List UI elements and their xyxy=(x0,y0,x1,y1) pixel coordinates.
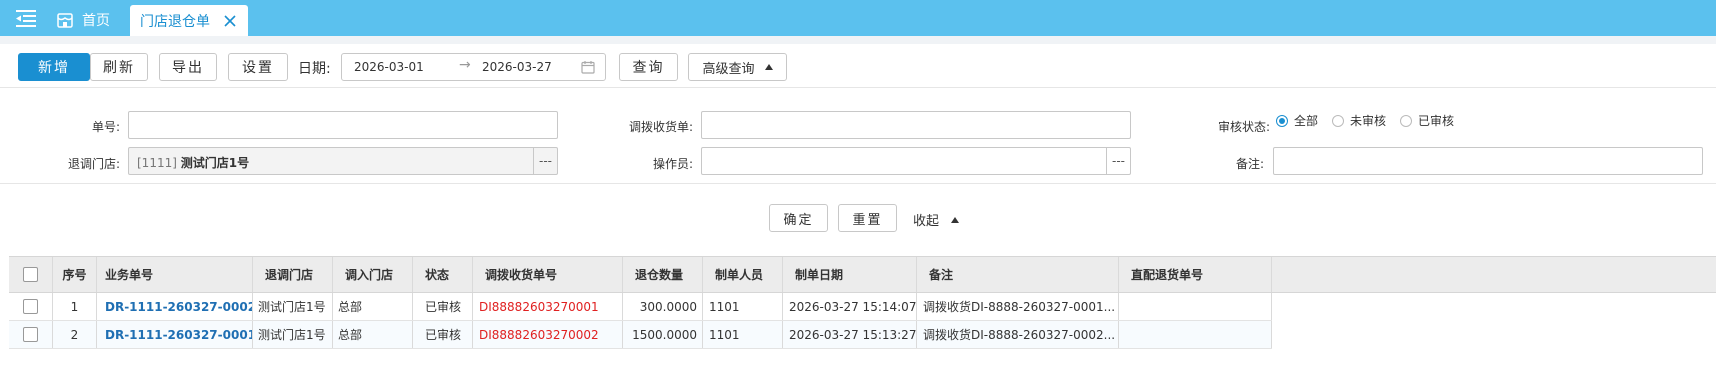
col-header-transfer-receipt[interactable]: 调拨收货单号 xyxy=(473,257,623,292)
cell-return-store: 测试门店1号 xyxy=(253,293,333,320)
cell-in-store: 总部 xyxy=(333,321,413,348)
tab-store-return[interactable]: 门店退仓单 xyxy=(130,5,248,36)
home-icon xyxy=(57,13,73,28)
radio-audited[interactable] xyxy=(1400,114,1413,127)
select-all-checkbox[interactable] xyxy=(23,267,38,282)
col-header-in-store[interactable]: 调入门店 xyxy=(333,257,413,292)
cell-create-date: 2026-03-27 15:13:27 xyxy=(783,321,917,348)
cell-return-qty: 1500.0000 xyxy=(623,321,703,348)
caret-up-icon xyxy=(951,216,960,223)
cell-status: 已审核 xyxy=(413,321,473,348)
radio-audited-label: 已审核 xyxy=(1418,114,1455,128)
cell-creator: 1101 xyxy=(703,293,783,320)
calendar-icon[interactable] xyxy=(581,60,595,74)
order-no-label: 单号: xyxy=(91,120,120,134)
tab-home[interactable]: 首页 xyxy=(56,6,110,34)
date-start[interactable]: 2026-03-01 xyxy=(354,60,424,74)
header-select-cell xyxy=(9,257,53,292)
menu-toggle-icon[interactable] xyxy=(16,9,38,27)
cell-remark: 调拨收货DI-8888-260327-0001... xyxy=(917,293,1119,320)
radio-unaudited-label: 未审核 xyxy=(1350,114,1387,128)
store-label: 退调门店: xyxy=(67,157,120,171)
cell-status: 已审核 xyxy=(413,293,473,320)
advanced-filter-panel: 单号: 调拨收货单: 审核状态: 全部 未审核 已审核 退调门店: [1111]… xyxy=(0,88,1716,184)
export-button[interactable]: 导出 xyxy=(159,53,217,81)
operator-label: 操作员: xyxy=(652,157,693,171)
cell-return-store: 测试门店1号 xyxy=(253,321,333,348)
cell-return-qty: 300.0000 xyxy=(623,293,703,320)
audit-status-label: 审核状态: xyxy=(1217,120,1270,134)
toolbar: 新增 刷新 导出 设置 日期: 2026-03-01 → 2026-03-27 … xyxy=(0,44,1716,88)
advanced-query-button[interactable]: 高级查询 xyxy=(688,53,787,81)
advanced-query-label: 高级查询 xyxy=(702,61,755,77)
remark-label: 备注: xyxy=(1235,157,1264,171)
top-bar: 首页 门店退仓单 xyxy=(0,0,1716,36)
collapse-label: 收起 xyxy=(913,214,940,229)
cell-transfer-receipt: DI88882603270002 xyxy=(473,321,623,348)
order-no-input[interactable] xyxy=(128,111,558,139)
col-header-remark[interactable]: 备注 xyxy=(917,257,1119,292)
cell-order-no-link[interactable]: DR-1111-260327-0002 xyxy=(97,293,253,320)
col-header-create-date[interactable]: 制单日期 xyxy=(783,257,917,292)
remark-input[interactable] xyxy=(1273,147,1703,175)
store-code: [1111] xyxy=(137,156,177,170)
row-select-cell xyxy=(9,321,53,348)
close-icon[interactable] xyxy=(224,14,236,27)
cell-creator: 1101 xyxy=(703,321,783,348)
cell-in-store: 总部 xyxy=(333,293,413,320)
store-picker-button[interactable]: --- xyxy=(533,148,557,174)
operator-input[interactable]: --- xyxy=(701,147,1131,175)
cell-remark: 调拨收货DI-8888-260327-0002... xyxy=(917,321,1119,348)
radio-all-label: 全部 xyxy=(1294,114,1319,128)
operator-picker-button[interactable]: --- xyxy=(1106,148,1130,174)
refresh-button[interactable]: 刷新 xyxy=(90,53,148,81)
cell-create-date: 2026-03-27 15:14:07 xyxy=(783,293,917,320)
col-header-order-no[interactable]: 业务单号 xyxy=(97,257,253,292)
col-header-status[interactable]: 状态 xyxy=(413,257,473,292)
table-row[interactable]: 2 DR-1111-260327-0001 测试门店1号 总部 已审核 DI88… xyxy=(9,321,1272,349)
row-select-cell xyxy=(9,293,53,320)
radio-all[interactable] xyxy=(1276,114,1288,127)
grid-header: 序号 业务单号 退调门店 调入门店 状态 调拨收货单号 退仓数量 制单人员 制单… xyxy=(9,256,1716,293)
new-button[interactable]: 新增 xyxy=(18,53,90,81)
tab-home-label: 首页 xyxy=(82,13,110,29)
date-range-picker[interactable]: 2026-03-01 → 2026-03-27 xyxy=(341,53,606,81)
table-row[interactable]: 1 DR-1111-260327-0002 测试门店1号 总部 已审核 DI88… xyxy=(9,293,1272,321)
cell-order-no-link[interactable]: DR-1111-260327-0001 xyxy=(97,321,253,348)
date-end[interactable]: 2026-03-27 xyxy=(482,60,552,74)
col-header-return-qty[interactable]: 退仓数量 xyxy=(623,257,703,292)
transfer-receipt-label: 调拨收货单: xyxy=(628,120,693,134)
tab-store-return-label: 门店退仓单 xyxy=(140,13,210,30)
store-value: [1111] 测试门店1号 xyxy=(137,154,249,171)
caret-up-icon xyxy=(764,64,773,70)
audit-status-radio-group: 全部 未审核 已审核 xyxy=(1276,112,1468,129)
date-separator-arrow: → xyxy=(459,57,471,73)
col-header-direct-return[interactable]: 直配退货单号 xyxy=(1119,257,1272,292)
col-header-index[interactable]: 序号 xyxy=(53,257,97,292)
confirm-button[interactable]: 确定 xyxy=(769,204,828,232)
cell-index: 1 xyxy=(53,293,97,320)
settings-button[interactable]: 设置 xyxy=(228,53,288,81)
row-checkbox[interactable] xyxy=(23,327,38,342)
collapse-button[interactable]: 收起 xyxy=(913,210,960,229)
cell-direct-return xyxy=(1119,321,1272,348)
reset-button[interactable]: 重置 xyxy=(838,204,897,232)
cell-transfer-receipt: DI88882603270001 xyxy=(473,293,623,320)
tab-strip-divider xyxy=(0,36,1716,44)
cell-index: 2 xyxy=(53,321,97,348)
date-label: 日期: xyxy=(298,61,331,77)
filter-actions: 确定 重置 收起 xyxy=(0,184,1716,256)
store-field[interactable]: [1111] 测试门店1号 --- xyxy=(128,147,558,175)
row-checkbox[interactable] xyxy=(23,299,38,314)
transfer-receipt-input[interactable] xyxy=(701,111,1131,139)
cell-direct-return xyxy=(1119,293,1272,320)
query-button[interactable]: 查询 xyxy=(619,53,678,81)
col-header-creator[interactable]: 制单人员 xyxy=(703,257,783,292)
col-header-return-store[interactable]: 退调门店 xyxy=(253,257,333,292)
radio-unaudited[interactable] xyxy=(1332,114,1345,127)
store-name: 测试门店1号 xyxy=(180,156,250,170)
